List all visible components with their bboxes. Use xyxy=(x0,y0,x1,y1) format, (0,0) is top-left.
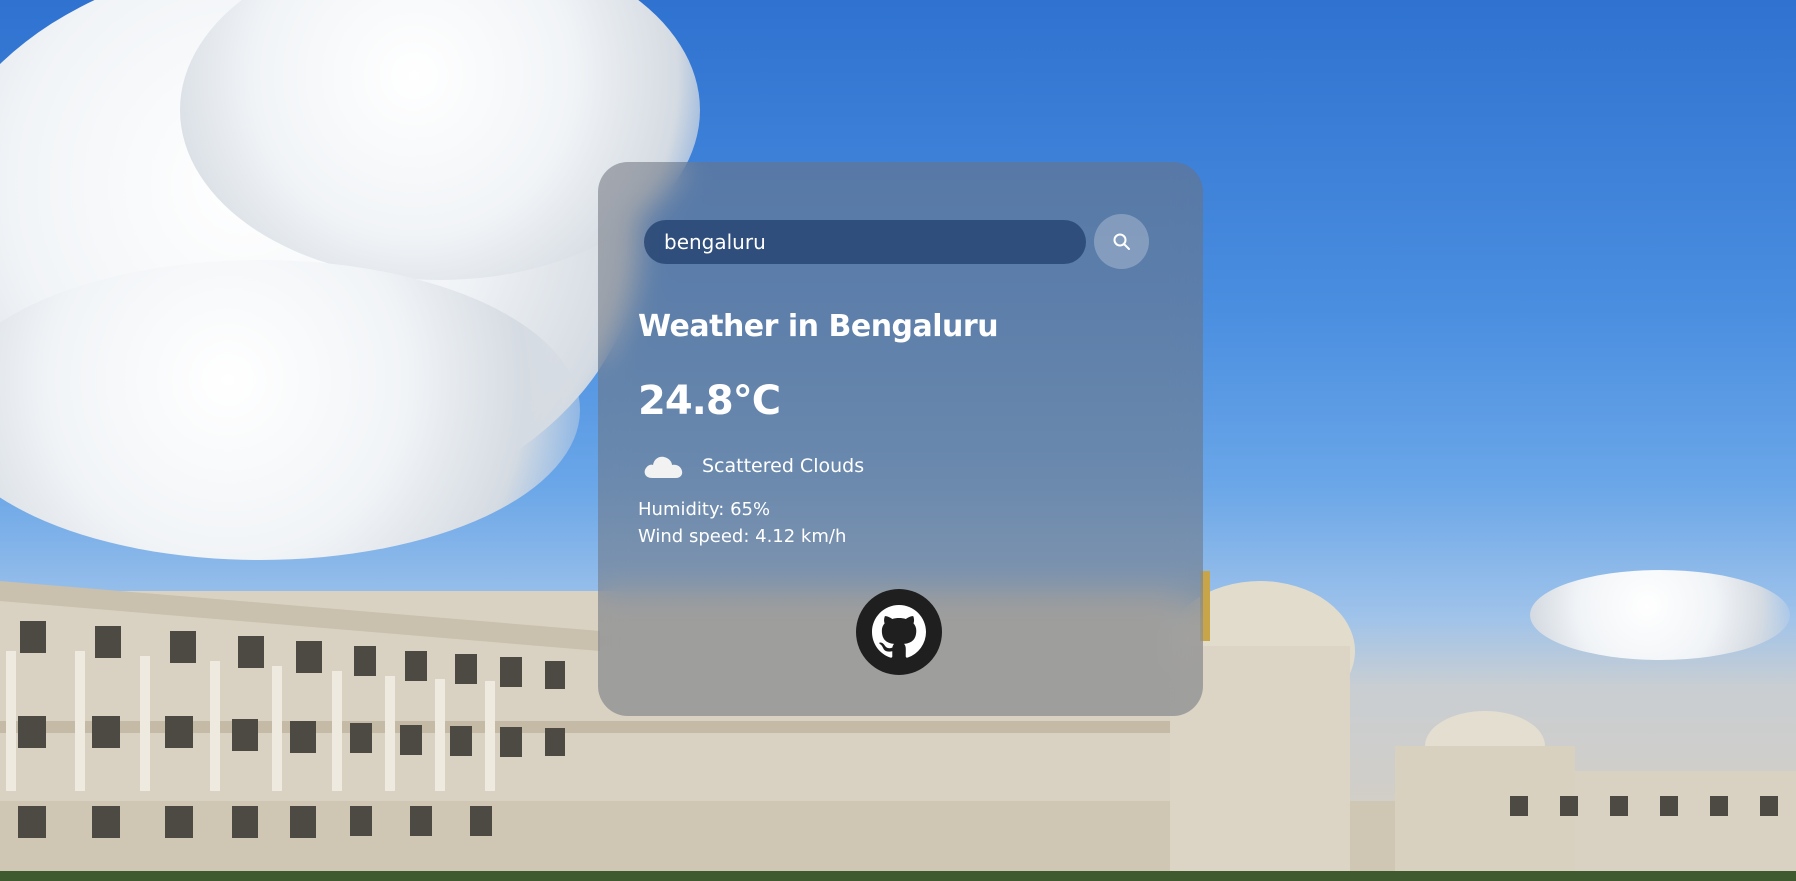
github-icon xyxy=(872,605,926,658)
city-title: Weather in Bengaluru xyxy=(638,309,999,344)
github-link[interactable] xyxy=(856,589,942,675)
humidity: Humidity: 65% xyxy=(638,499,771,520)
search-icon xyxy=(1113,233,1130,250)
wind-speed: Wind speed: 4.12 km/h xyxy=(638,526,847,547)
weather-stats: Humidity: 65% Wind speed: 4.12 km/h xyxy=(638,496,1163,550)
weather-card: Weather in Bengaluru 24.8°C Scattered Cl… xyxy=(598,162,1203,716)
search-button[interactable] xyxy=(1094,214,1149,269)
temperature: 24.8°C xyxy=(638,378,781,424)
search-input[interactable] xyxy=(644,219,1086,264)
cloud-icon xyxy=(638,446,688,486)
search-bar xyxy=(638,214,1163,269)
weather-description: Scattered Clouds xyxy=(702,455,865,477)
weather-condition: Scattered Clouds xyxy=(638,446,1163,486)
